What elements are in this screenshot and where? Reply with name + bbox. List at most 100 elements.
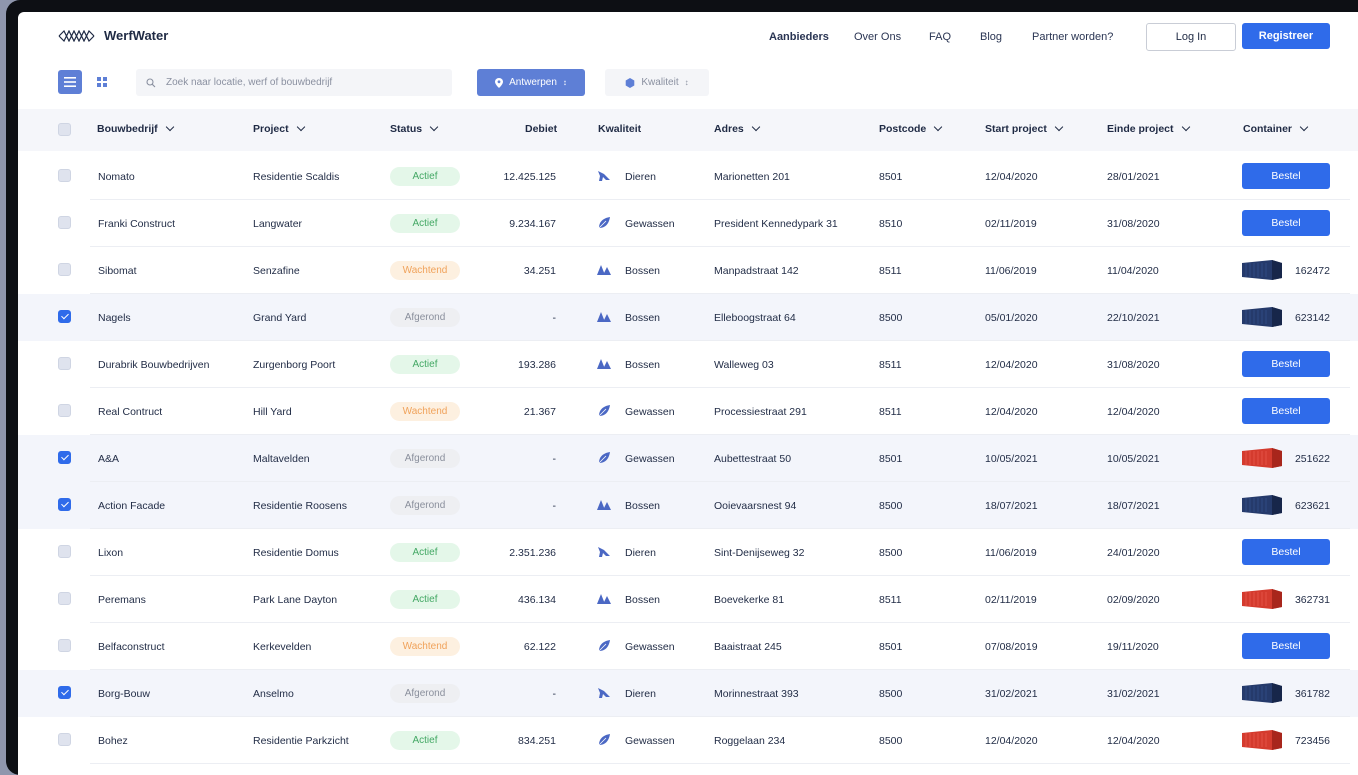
row-checkbox[interactable]: [58, 733, 71, 746]
order-button[interactable]: Bestel: [1242, 351, 1330, 377]
row-checkbox[interactable]: [58, 545, 71, 558]
grid-view-button[interactable]: [90, 70, 114, 94]
table-row[interactable]: A&A Maltavelden Afgerond - Gewassen Aube…: [18, 435, 1358, 482]
nav-link-partner[interactable]: Partner worden?: [1032, 31, 1113, 43]
row-checkbox[interactable]: [58, 451, 71, 464]
order-button[interactable]: Bestel: [1242, 163, 1330, 189]
table-row[interactable]: Borg-Bouw Anselmo Afgerond - Dieren Mori…: [18, 670, 1358, 717]
search-input[interactable]: [164, 69, 448, 96]
shipping-container-icon: [1242, 589, 1282, 609]
cell-company: Peremans: [98, 594, 146, 606]
cell-start-project: 07/08/2019: [985, 641, 1038, 653]
header-container[interactable]: Container: [1243, 122, 1309, 135]
row-checkbox[interactable]: [58, 216, 71, 229]
cell-project: Zurgenborg Poort: [253, 359, 336, 371]
cell-end-project: 24/01/2020: [1107, 547, 1160, 559]
shipping-container-icon: [1242, 683, 1282, 703]
status-badge: Actief: [390, 214, 460, 233]
header-bouwbedrijf[interactable]: Bouwbedrijf: [97, 122, 174, 135]
brand-logo[interactable]: WerfWater: [58, 28, 168, 43]
container-number: 623621: [1294, 500, 1330, 512]
cell-address: Boevekerke 81: [714, 594, 785, 606]
row-checkbox[interactable]: [58, 686, 71, 699]
row-checkbox[interactable]: [58, 310, 71, 323]
table-row[interactable]: Belfaconstruct Kerkevelden Wachtend 62.1…: [18, 623, 1358, 670]
cell-project: Langwater: [253, 218, 303, 230]
quality-icon: [596, 732, 612, 748]
device-frame: WerfWater Aanbieders Over Ons FAQ Blog P…: [6, 0, 1358, 775]
register-button[interactable]: Registreer: [1242, 23, 1330, 49]
cell-start-project: 12/04/2020: [985, 406, 1038, 418]
chevron-down-icon: [1299, 122, 1309, 132]
header-project[interactable]: Project: [253, 122, 305, 135]
header-adres[interactable]: Adres: [714, 122, 761, 135]
header-label: Start project: [985, 123, 1047, 135]
cell-quality: Gewassen: [625, 453, 675, 465]
location-filter[interactable]: Antwerpen ↕: [477, 69, 585, 96]
table-row[interactable]: Nagels Grand Yard Afgerond - Bossen Elle…: [18, 294, 1358, 341]
status-badge: Actief: [390, 543, 460, 562]
header-postcode[interactable]: Postcode: [879, 122, 943, 135]
header-label: Adres: [714, 123, 744, 135]
row-checkbox[interactable]: [58, 357, 71, 370]
cell-debiet: 2.351.236: [509, 547, 556, 559]
table-row[interactable]: Real Contruct Hill Yard Wachtend 21.367 …: [18, 388, 1358, 435]
row-divider: [90, 763, 1350, 764]
header-start-project[interactable]: Start project: [985, 122, 1064, 135]
table-row[interactable]: Lixon Residentie Domus Actief 2.351.236 …: [18, 529, 1358, 576]
container-number: 723456: [1294, 735, 1330, 747]
table-row[interactable]: Peremans Park Lane Dayton Actief 436.134…: [18, 576, 1358, 623]
row-checkbox[interactable]: [58, 498, 71, 511]
header-einde-project[interactable]: Einde project: [1107, 122, 1190, 135]
grid-icon: [97, 77, 107, 87]
leaf-icon: [598, 734, 610, 746]
shipping-container-icon: [1242, 448, 1282, 468]
chevron-down-icon: [429, 122, 439, 132]
status-badge: Actief: [390, 590, 460, 609]
animal-icon: [598, 171, 610, 181]
cell-quality: Bossen: [625, 265, 661, 277]
order-button[interactable]: Bestel: [1242, 539, 1330, 565]
header-debiet[interactable]: Debiet: [525, 123, 557, 135]
container-number: 361782: [1294, 688, 1330, 700]
nav-link-over-ons[interactable]: Over Ons: [854, 31, 901, 43]
order-button[interactable]: Bestel: [1242, 633, 1330, 659]
status-badge: Wachtend: [390, 402, 460, 421]
row-checkbox[interactable]: [58, 404, 71, 417]
order-button[interactable]: Bestel: [1242, 398, 1330, 424]
cell-postcode: 8510: [879, 218, 903, 230]
row-checkbox[interactable]: [58, 639, 71, 652]
status-badge: Actief: [390, 731, 460, 750]
nav-link-blog[interactable]: Blog: [980, 31, 1002, 43]
cell-postcode: 8511: [879, 594, 902, 606]
table-row[interactable]: Bohez Residentie Parkzicht Actief 834.25…: [18, 717, 1358, 764]
status-badge: Afgerond: [390, 449, 460, 468]
table-row[interactable]: Durabrik Bouwbedrijven Zurgenborg Poort …: [18, 341, 1358, 388]
header-label: Bouwbedrijf: [97, 123, 158, 135]
cell-end-project: 31/08/2020: [1107, 359, 1160, 371]
animal-icon: [598, 688, 610, 698]
cell-company: Franki Construct: [98, 218, 176, 230]
cell-quality: Bossen: [625, 594, 661, 606]
row-checkbox[interactable]: [58, 263, 71, 276]
table-row[interactable]: Action Facade Residentie Roosens Afgeron…: [18, 482, 1358, 529]
login-button[interactable]: Log In: [1146, 23, 1236, 51]
animal-icon: [598, 547, 610, 557]
nav-link-aanbieders[interactable]: Aanbieders: [769, 31, 829, 43]
order-button[interactable]: Bestel: [1242, 210, 1330, 236]
row-checkbox[interactable]: [58, 592, 71, 605]
select-all-checkbox[interactable]: [58, 123, 71, 136]
quality-icon: [596, 168, 612, 184]
table-row[interactable]: Sibomat Senzafine Wachtend 34.251 Bossen…: [18, 247, 1358, 294]
row-checkbox[interactable]: [58, 169, 71, 182]
header-kwaliteit[interactable]: Kwaliteit: [598, 123, 641, 135]
quality-filter[interactable]: Kwaliteit ↕: [605, 69, 709, 96]
list-view-button[interactable]: [58, 70, 82, 94]
header-status[interactable]: Status: [390, 122, 439, 135]
cell-postcode: 8511: [879, 406, 902, 418]
table-row[interactable]: Franki Construct Langwater Actief 9.234.…: [18, 200, 1358, 247]
table-row[interactable]: Nomato Residentie Scaldis Actief 12.425.…: [18, 153, 1358, 200]
cell-address: Elleboogstraat 64: [714, 312, 796, 324]
cell-quality: Dieren: [625, 688, 656, 700]
nav-link-faq[interactable]: FAQ: [929, 31, 951, 43]
